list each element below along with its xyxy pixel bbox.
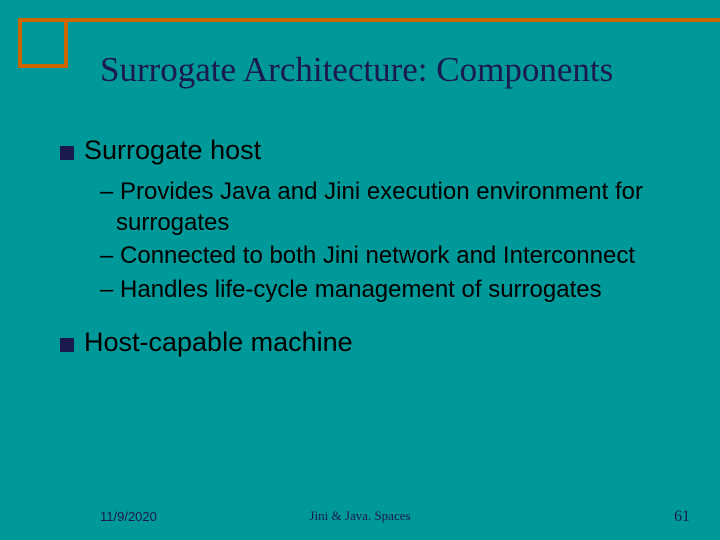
bullet-text: Host-capable machine <box>84 327 353 357</box>
sub-bullet: – Provides Java and Jini execution envir… <box>100 176 680 238</box>
title-decoration <box>18 18 68 68</box>
footer-date: 11/9/2020 <box>100 509 157 524</box>
bullet-text: Surrogate host <box>84 135 261 165</box>
bullet-item: Surrogate host <box>60 135 680 166</box>
square-bullet-icon <box>60 338 74 352</box>
bullet-item: Host-capable machine <box>60 327 680 358</box>
square-bullet-icon <box>60 146 74 160</box>
footer-page-number: 61 <box>674 508 690 526</box>
sub-list: – Provides Java and Jini execution envir… <box>100 176 680 305</box>
slide-body: Surrogate host – Provides Java and Jini … <box>60 135 680 368</box>
slide-footer: 11/9/2020 Jini & Java. Spaces 61 <box>0 508 720 526</box>
sub-bullet: – Handles life-cycle management of surro… <box>100 274 680 305</box>
sub-bullet: – Connected to both Jini network and Int… <box>100 240 680 271</box>
slide-title: Surrogate Architecture: Components <box>100 50 700 90</box>
footer-center: Jini & Java. Spaces <box>309 508 410 524</box>
